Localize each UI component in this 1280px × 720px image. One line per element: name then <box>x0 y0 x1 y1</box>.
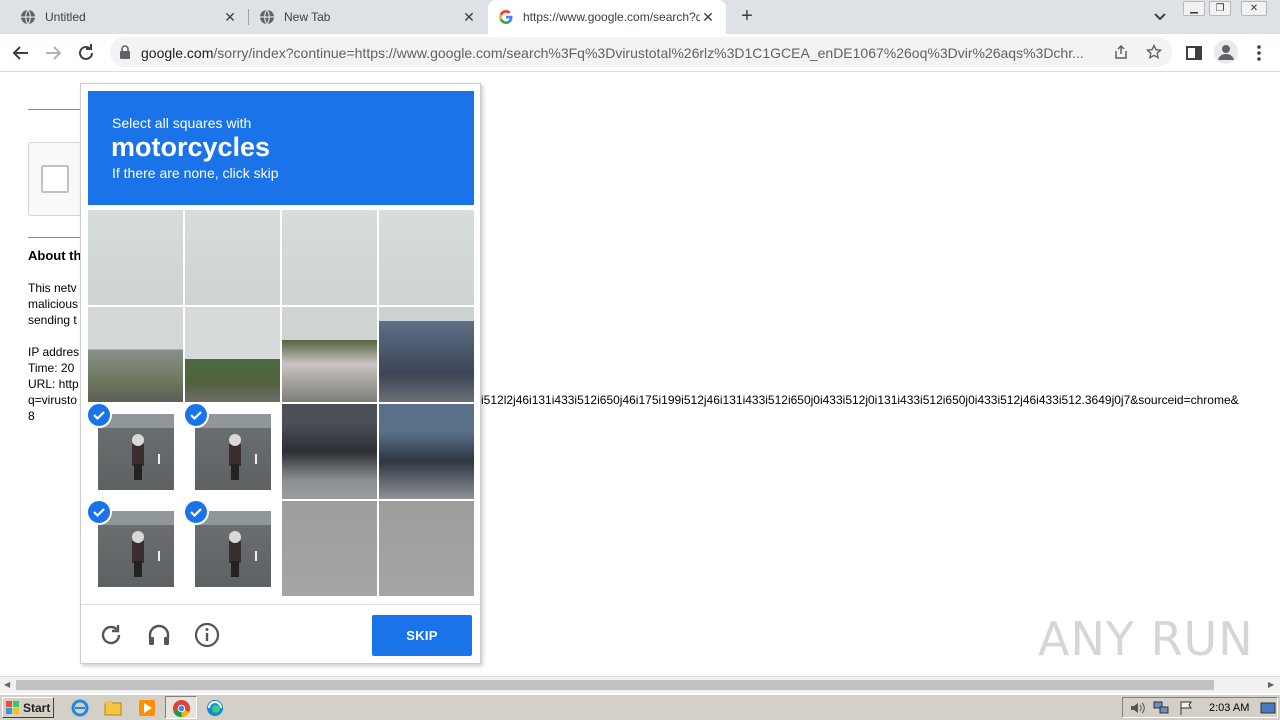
recaptcha-challenge: Select all squares with motorcycles If t… <box>80 83 481 664</box>
captcha-tile[interactable] <box>185 404 280 499</box>
media-player-icon[interactable] <box>137 698 157 718</box>
page-paragraph-line: This netv <box>28 281 77 295</box>
captcha-tile[interactable] <box>185 501 280 596</box>
challenge-hint: If there are none, click skip <box>112 165 279 181</box>
reload-icon[interactable] <box>98 622 124 648</box>
edge-icon[interactable] <box>205 698 225 718</box>
audio-headphones-icon[interactable] <box>146 622 172 648</box>
scroll-right-arrow-icon[interactable]: ▶ <box>1268 680 1274 689</box>
profile-avatar[interactable] <box>1214 40 1238 64</box>
tile-image <box>98 414 174 490</box>
browser-toolbar: google.com/sorry/index?continue=https://… <box>0 34 1280 72</box>
page-paragraph-line: sending t <box>28 313 77 327</box>
challenge-header: Select all squares with motorcycles If t… <box>88 91 474 205</box>
url-text[interactable]: google.com/sorry/index?continue=https://… <box>141 45 1101 61</box>
url-query-start: q=virusto <box>28 393 78 407</box>
time-label: Time: 20 <box>28 361 75 375</box>
tile-image <box>98 511 174 587</box>
tab-title: https://www.google.com/search?q=vir <box>523 10 700 24</box>
bookmark-star-icon[interactable] <box>1146 44 1162 60</box>
internet-explorer-icon[interactable] <box>70 698 90 718</box>
url-path: /sorry/index?continue=https://www.google… <box>213 45 1084 61</box>
share-icon[interactable] <box>1113 44 1129 60</box>
more-menu-icon[interactable] <box>1246 40 1272 66</box>
tab-title: New Tab <box>284 10 331 24</box>
chrome-icon <box>172 699 191 718</box>
minimize-button[interactable]: ▁ <box>1183 1 1205 16</box>
new-tab-button[interactable]: + <box>736 6 758 28</box>
scrollbar-thumb[interactable] <box>16 680 1214 690</box>
captcha-tile[interactable] <box>88 501 183 596</box>
address-bar[interactable]: google.com/sorry/index?continue=https://… <box>110 37 1172 67</box>
forward-arrow-icon[interactable] <box>40 40 66 66</box>
captcha-tile[interactable] <box>185 307 280 402</box>
url-query-continued: i512l2j46i131i433i512i650j46i175i199i512… <box>481 393 1239 407</box>
url-label: URL: http <box>28 377 79 391</box>
skip-button[interactable]: SKIP <box>372 615 472 656</box>
url-query-end: 8 <box>28 409 35 423</box>
page-paragraph-line: malicious <box>28 297 79 311</box>
file-explorer-icon[interactable] <box>103 698 123 718</box>
captcha-tile[interactable] <box>282 501 377 596</box>
page-divider <box>28 237 80 238</box>
challenge-keyword: motorcycles <box>111 132 271 162</box>
lock-icon[interactable] <box>119 45 131 59</box>
captcha-tile[interactable] <box>379 307 474 402</box>
system-clock: 2:03 AM <box>1209 702 1250 714</box>
close-window-button[interactable]: ✕ <box>1241 1 1267 16</box>
scroll-left-arrow-icon[interactable]: ◀ <box>4 680 10 689</box>
anyrun-watermark: ANY RUN <box>1038 612 1254 666</box>
person-icon <box>1218 45 1234 60</box>
tab-google-search[interactable]: https://www.google.com/search?q=vir ✕ <box>488 0 726 34</box>
captcha-tile[interactable] <box>88 210 183 305</box>
url-host: google.com <box>141 45 214 61</box>
captcha-tile[interactable] <box>379 210 474 305</box>
network-icon[interactable] <box>1153 701 1169 715</box>
page-divider <box>28 109 80 110</box>
ip-address-label: IP addres <box>28 345 80 359</box>
recaptcha-checkbox[interactable] <box>41 165 69 193</box>
tile-image <box>195 511 271 587</box>
captcha-tile[interactable] <box>379 501 474 596</box>
start-button[interactable]: Start <box>2 697 54 718</box>
system-tray: 2:03 AM <box>1122 697 1278 718</box>
google-g-icon <box>499 10 513 24</box>
close-tab-icon[interactable]: ✕ <box>222 9 238 25</box>
challenge-instruction: Select all squares with <box>112 115 252 131</box>
captcha-tile[interactable] <box>379 404 474 499</box>
captcha-tile[interactable] <box>282 404 377 499</box>
windows-taskbar: Start 2:03 AM <box>0 694 1280 720</box>
close-tab-icon[interactable]: ✕ <box>700 9 716 25</box>
captcha-tile[interactable] <box>88 404 183 499</box>
globe-icon <box>21 9 35 25</box>
globe-icon <box>260 9 274 25</box>
close-tab-icon[interactable]: ✕ <box>461 9 477 25</box>
about-heading: About th <box>28 248 82 263</box>
volume-icon[interactable] <box>1129 701 1145 715</box>
recaptcha-checkbox-frame <box>28 142 88 216</box>
restore-button[interactable]: ❐ <box>1209 1 1231 16</box>
tab-strip: Untitled ✕ New Tab ✕ https://www.google.… <box>0 0 1280 34</box>
captcha-tile[interactable] <box>88 307 183 402</box>
tab-new-tab[interactable]: New Tab ✕ <box>249 0 487 34</box>
captcha-tile[interactable] <box>282 210 377 305</box>
captcha-tile[interactable] <box>282 307 377 402</box>
back-arrow-icon[interactable] <box>8 40 34 66</box>
show-desktop-icon[interactable] <box>1260 701 1276 715</box>
tile-image <box>195 414 271 490</box>
chrome-taskbar-button[interactable] <box>165 696 197 719</box>
start-label: Start <box>23 700 51 715</box>
side-panel-icon[interactable] <box>1181 40 1207 66</box>
image-grid <box>88 210 474 596</box>
tab-title: Untitled <box>45 10 86 24</box>
tab-untitled[interactable]: Untitled ✕ <box>10 0 248 34</box>
reload-icon[interactable] <box>73 40 99 66</box>
horizontal-scrollbar[interactable]: ◀ ▶ <box>0 676 1280 693</box>
challenge-footer: SKIP <box>81 604 480 664</box>
windows-logo-icon <box>6 700 19 714</box>
info-icon[interactable] <box>194 622 220 648</box>
captcha-tile[interactable] <box>185 210 280 305</box>
action-center-flag-icon[interactable] <box>1178 701 1194 715</box>
tab-search-chevron-icon[interactable] <box>1150 8 1170 26</box>
